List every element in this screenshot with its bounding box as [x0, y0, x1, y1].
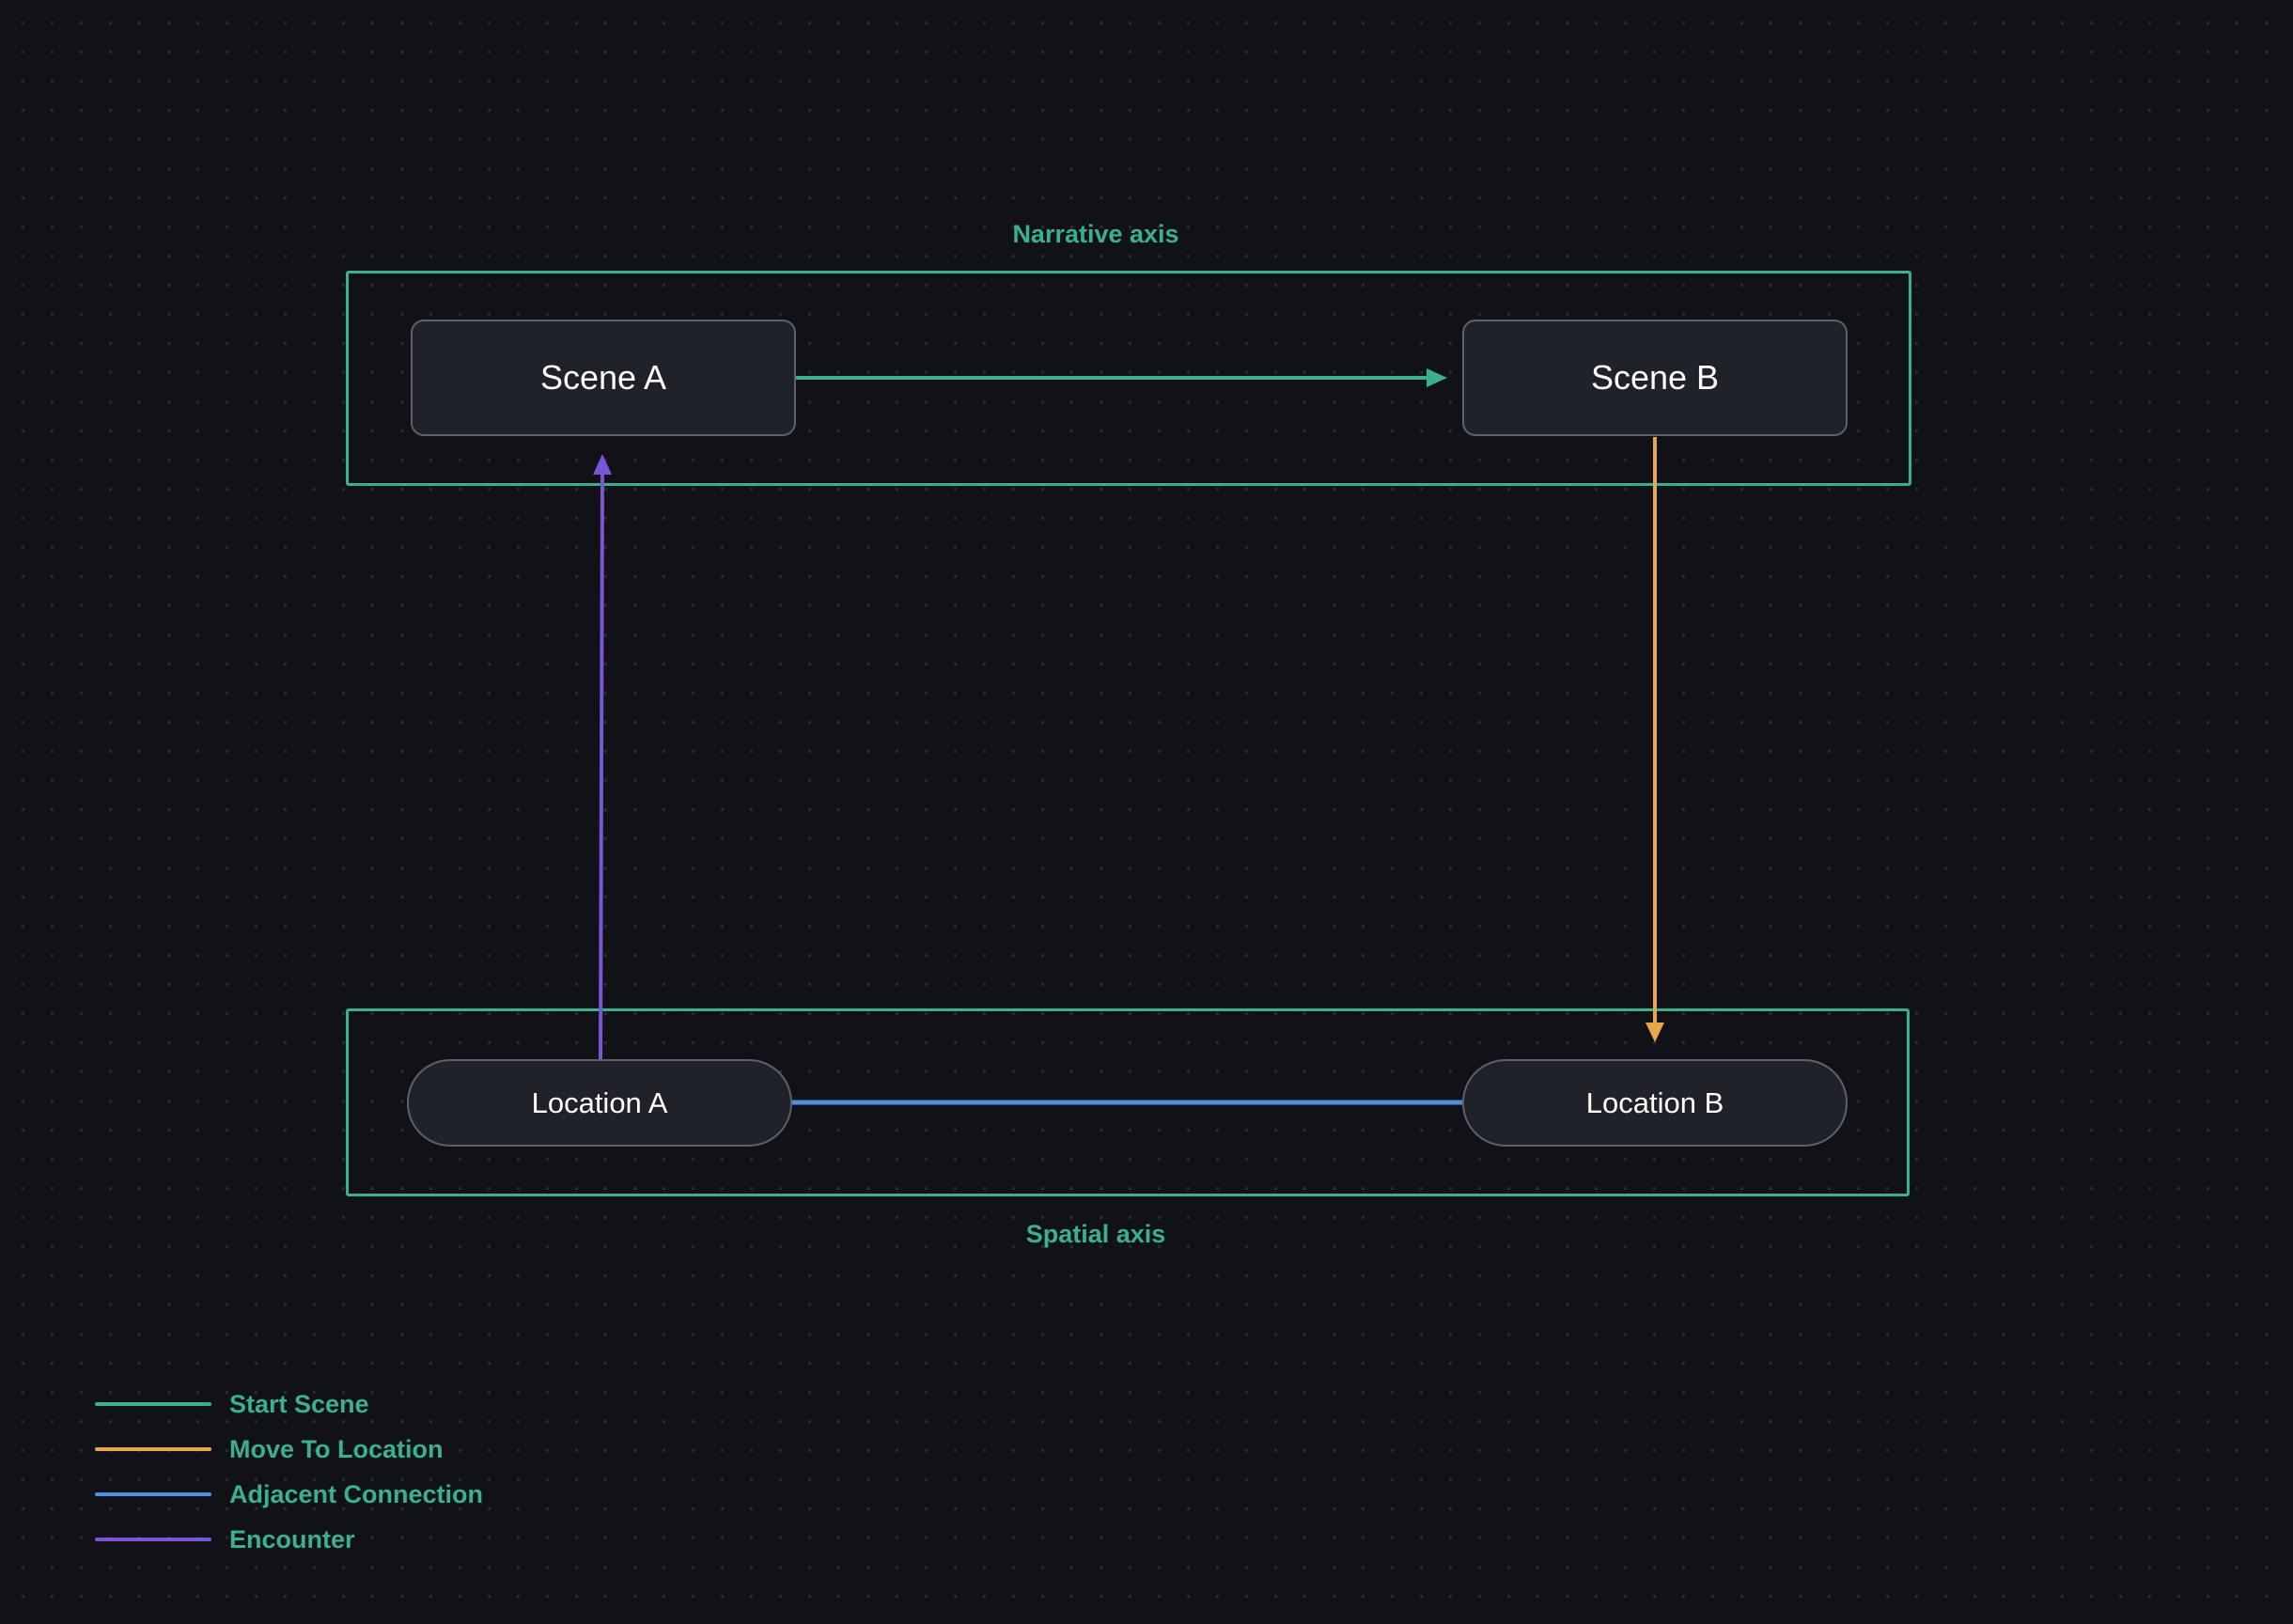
arrowhead-encounter — [593, 454, 612, 475]
location-a-node[interactable]: Location A — [407, 1059, 792, 1147]
legend-swatch-move-to-location — [95, 1447, 211, 1451]
legend-item-adjacent-connection: Adjacent Connection — [95, 1472, 483, 1517]
legend-label: Move To Location — [229, 1435, 444, 1463]
scene-a-node[interactable]: Scene A — [411, 320, 796, 436]
legend-item-move-to-location: Move To Location — [95, 1427, 483, 1472]
legend-label: Encounter — [229, 1525, 355, 1554]
legend-swatch-encounter — [95, 1538, 211, 1541]
scene-b-node[interactable]: Scene B — [1462, 320, 1848, 436]
legend-item-start-scene: Start Scene — [95, 1382, 483, 1427]
arrowhead-move-to-location — [1646, 1023, 1664, 1042]
edge-encounter — [599, 472, 604, 1060]
arrowhead-start-scene — [1427, 368, 1447, 387]
legend-item-encounter: Encounter — [95, 1517, 483, 1562]
legend-label: Start Scene — [229, 1390, 369, 1418]
legend-swatch-start-scene — [95, 1402, 211, 1406]
legend-swatch-adjacent-connection — [95, 1492, 211, 1496]
edges-layer — [593, 368, 1664, 1105]
legend: Start Scene Move To Location Adjacent Co… — [95, 1382, 483, 1562]
location-b-node[interactable]: Location B — [1462, 1059, 1848, 1147]
legend-label: Adjacent Connection — [229, 1480, 484, 1508]
diagram-canvas: Narrative axis Spatial axis Scene A Scen… — [0, 0, 2293, 1624]
